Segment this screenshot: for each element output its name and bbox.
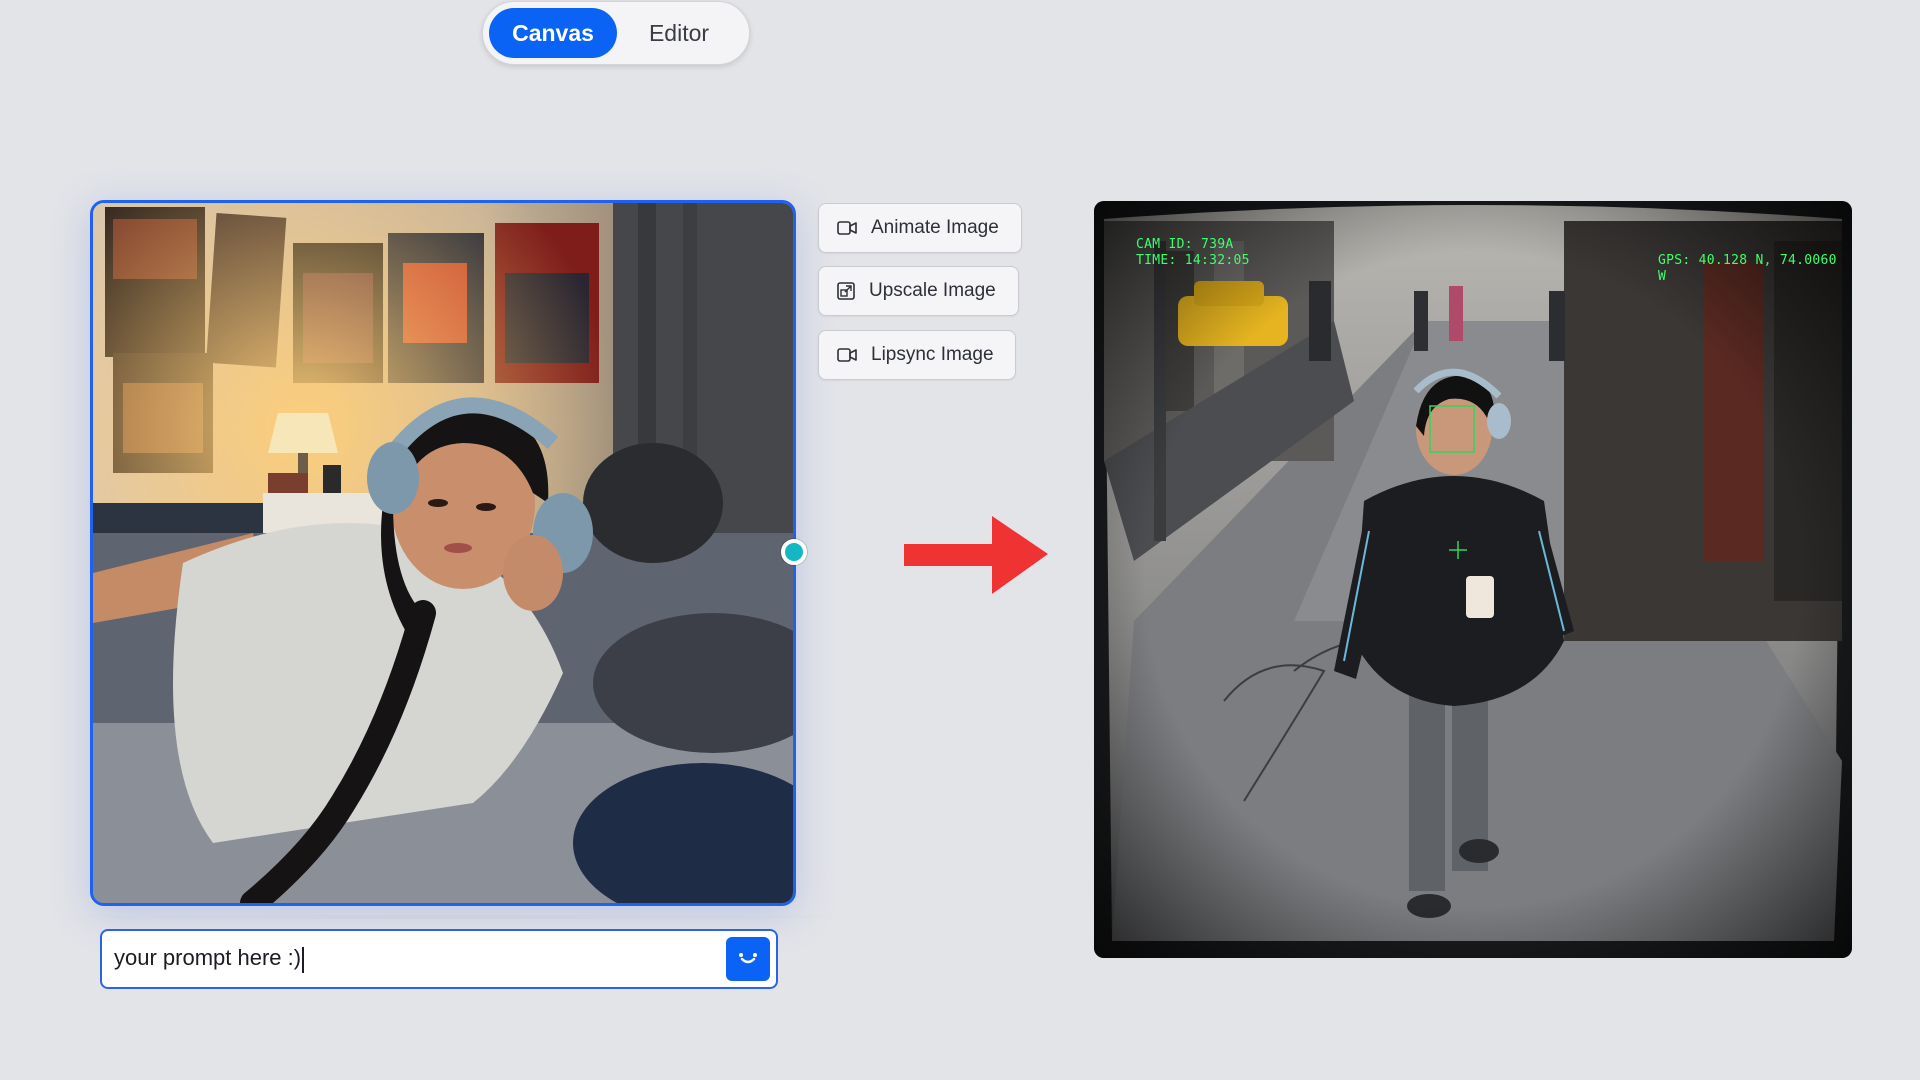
video-camera-icon	[837, 221, 857, 235]
text-caret	[302, 946, 305, 973]
lipsync-image-button[interactable]: Lipsync Image	[818, 330, 1016, 380]
send-button[interactable]	[726, 937, 770, 981]
prompt-divider	[52, 915, 852, 919]
source-image	[93, 203, 793, 903]
connection-handle[interactable]	[781, 539, 807, 565]
animate-image-label: Animate Image	[871, 217, 999, 238]
smile-icon	[739, 953, 757, 964]
result-image[interactable]: CAM ID: 739A TIME: 14:32:05 GPS: 40.128 …	[1094, 201, 1852, 958]
arrow-right-icon	[904, 516, 1048, 594]
video-camera-icon	[837, 348, 857, 362]
result-image-scene	[1094, 201, 1852, 958]
prompt-input[interactable]: your prompt here :)	[100, 929, 778, 989]
source-image-card[interactable]	[90, 200, 796, 906]
tab-canvas[interactable]: Canvas	[489, 8, 617, 58]
prompt-text-wrap: your prompt here :)	[114, 945, 726, 973]
upscale-image-button[interactable]: Upscale Image	[818, 266, 1019, 316]
prompt-value: your prompt here :)	[114, 945, 302, 971]
mode-toggle: Canvas Editor	[482, 1, 750, 65]
lipsync-image-label: Lipsync Image	[871, 344, 994, 365]
hud-camera-info: CAM ID: 739A TIME: 14:32:05	[1136, 237, 1250, 269]
tab-editor[interactable]: Editor	[617, 8, 741, 58]
hud-cam-id: CAM ID: 739A	[1136, 237, 1234, 252]
upscale-icon	[837, 282, 855, 300]
hud-gps: GPS: 40.128 N, 74.0060 W	[1658, 253, 1837, 284]
upscale-image-label: Upscale Image	[869, 280, 996, 301]
hud-time: TIME: 14:32:05	[1136, 253, 1250, 268]
animate-image-button[interactable]: Animate Image	[818, 203, 1022, 253]
